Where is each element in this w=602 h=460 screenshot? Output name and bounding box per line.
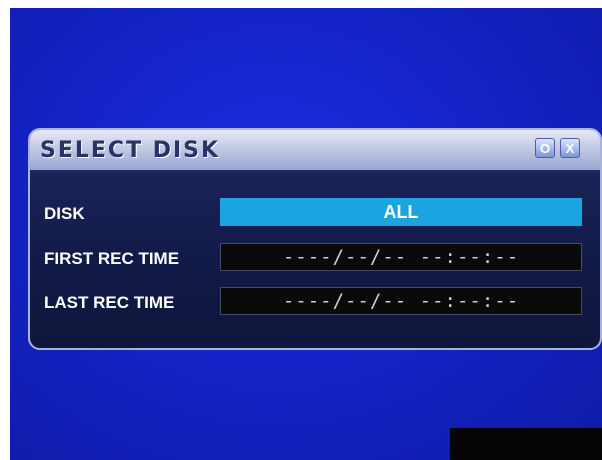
last-rec-time-field: ----/--/-- --:--:-- (220, 287, 582, 315)
dialog-title: SELECT DISK (40, 138, 221, 163)
last-rec-time-label: LAST REC TIME (44, 293, 175, 312)
dialog-titlebar: SELECT DISK O X (30, 130, 600, 170)
disk-select[interactable]: ALL (220, 198, 582, 226)
close-button[interactable]: X (560, 138, 580, 158)
select-disk-dialog: SELECT DISK O X DISK ALL FIRST REC TIME … (28, 128, 602, 350)
option-button[interactable]: O (535, 138, 555, 158)
disk-label: DISK (44, 204, 85, 223)
first-rec-time-field: ----/--/-- --:--:-- (220, 243, 582, 271)
monitor-screen: SELECT DISK O X DISK ALL FIRST REC TIME … (10, 8, 602, 460)
screen-corner-shadow (450, 428, 602, 460)
first-rec-time-label: FIRST REC TIME (44, 249, 180, 268)
